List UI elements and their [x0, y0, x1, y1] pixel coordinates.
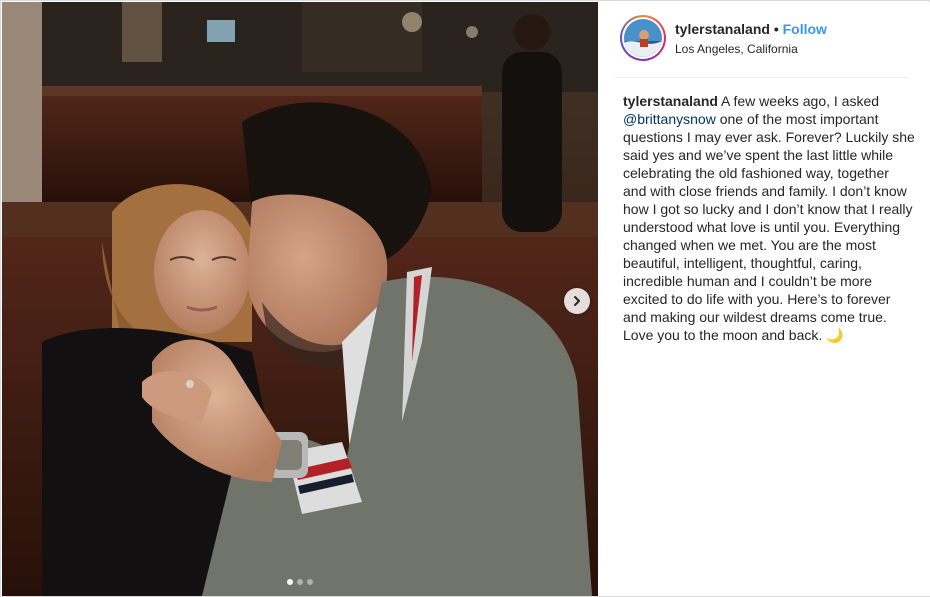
location-link[interactable]: Los Angeles, California [675, 42, 798, 56]
carousel-dot [307, 579, 313, 585]
separator-dot: • [773, 21, 779, 37]
caption-text-start: A few weeks ago, I asked [717, 93, 880, 109]
post-sidebar: tylerstanaland • Follow Los Angeles, Cal… [599, 2, 930, 596]
mention-link[interactable]: @brittanysnow [623, 111, 716, 127]
chevron-right-icon [574, 296, 580, 306]
carousel-dot-active [287, 579, 293, 585]
carousel-dot [297, 579, 303, 585]
post-caption: tylerstanaland A few weeks ago, I asked … [623, 92, 915, 344]
divider [615, 77, 909, 78]
carousel-next-button[interactable] [564, 288, 590, 314]
couple-photo-image [2, 2, 598, 596]
moon-emoji-icon: 🌙 [826, 327, 844, 343]
story-ring[interactable] [620, 15, 666, 61]
post-header: tylerstanaland • Follow Los Angeles, Cal… [599, 2, 930, 78]
carousel-indicator [2, 579, 598, 585]
avatar-image [624, 19, 662, 57]
caption-username-link[interactable]: tylerstanaland [623, 93, 718, 109]
caption-text-end: one of the most important questions I ma… [623, 111, 915, 343]
username-link[interactable]: tylerstanaland [675, 21, 770, 37]
follow-button[interactable]: Follow [783, 21, 827, 37]
instagram-post: tylerstanaland • Follow Los Angeles, Cal… [0, 0, 930, 597]
post-photo[interactable] [2, 2, 598, 596]
avatar[interactable] [624, 19, 662, 57]
